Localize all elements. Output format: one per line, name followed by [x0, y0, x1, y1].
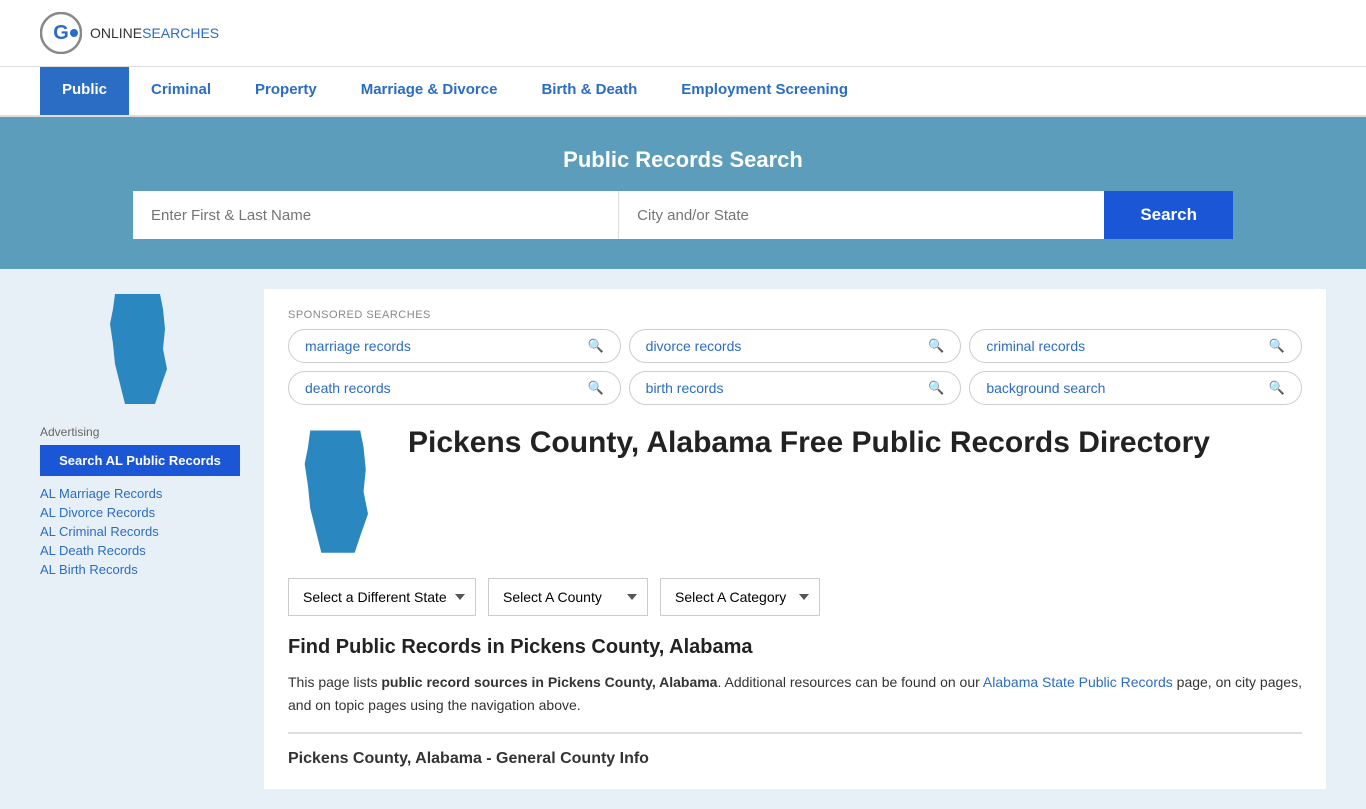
search-icon-criminal: 🔍 — [1269, 338, 1285, 354]
search-al-button[interactable]: Search AL Public Records — [40, 445, 240, 476]
sponsored-pill-divorce-label: divorce records — [646, 338, 742, 354]
sidebar-link-criminal[interactable]: AL Criminal Records — [40, 524, 240, 539]
svg-text:G: G — [53, 22, 69, 44]
sponsored-pill-marriage-label: marriage records — [305, 338, 411, 354]
nav-item-birth-death[interactable]: Birth & Death — [519, 67, 659, 115]
sidebar-link-divorce[interactable]: AL Divorce Records — [40, 505, 240, 520]
find-desc-text2: . Additional resources can be found on o… — [717, 674, 982, 690]
advertising-label: Advertising — [40, 425, 240, 439]
sidebar-link-birth[interactable]: AL Birth Records — [40, 562, 240, 577]
search-button[interactable]: Search — [1104, 191, 1233, 239]
header: G ONLINESEARCHES — [0, 0, 1366, 67]
nav-item-public[interactable]: Public — [40, 67, 129, 115]
find-desc-link[interactable]: Alabama State Public Records — [983, 674, 1173, 690]
search-icon-birth: 🔍 — [928, 380, 944, 396]
sidebar-link-death[interactable]: AL Death Records — [40, 543, 240, 558]
logo-icon: G — [40, 12, 82, 54]
sponsored-pill-death-label: death records — [305, 380, 391, 396]
logo-text: ONLINESEARCHES — [90, 25, 219, 41]
search-form: Search — [133, 191, 1233, 239]
search-icon-death: 🔍 — [587, 380, 603, 396]
nav-item-criminal[interactable]: Criminal — [129, 67, 233, 115]
section-divider — [288, 732, 1302, 734]
state-dropdown[interactable]: Select a Different State — [288, 578, 476, 616]
nav-item-property[interactable]: Property — [233, 67, 339, 115]
sponsored-pill-divorce[interactable]: divorce records 🔍 — [629, 329, 962, 363]
page-title: Pickens County, Alabama Free Public Reco… — [408, 425, 1210, 461]
page-alabama-map — [288, 425, 388, 558]
logo: G ONLINESEARCHES — [40, 12, 219, 54]
sidebar-link-marriage[interactable]: AL Marriage Records — [40, 486, 240, 501]
main-nav: Public Criminal Property Marriage & Divo… — [0, 67, 1366, 117]
search-icon-marriage: 🔍 — [587, 338, 603, 354]
alabama-map-svg — [95, 289, 185, 409]
content-area: SPONSORED SEARCHES marriage records 🔍 di… — [264, 289, 1326, 789]
search-banner: Public Records Search Search — [0, 117, 1366, 269]
sidebar-links: AL Marriage Records AL Divorce Records A… — [40, 486, 240, 577]
find-desc-text1: This page lists — [288, 674, 381, 690]
sponsored-pill-death[interactable]: death records 🔍 — [288, 371, 621, 405]
county-dropdown[interactable]: Select A County — [488, 578, 648, 616]
sidebar: Advertising Search AL Public Records AL … — [40, 289, 240, 789]
find-records-title: Find Public Records in Pickens County, A… — [288, 636, 1302, 659]
sponsored-grid: marriage records 🔍 divorce records 🔍 cri… — [288, 329, 1302, 405]
find-desc-bold: public record sources in Pickens County,… — [381, 674, 717, 690]
location-input[interactable] — [619, 191, 1104, 239]
sponsored-pill-criminal-label: criminal records — [986, 338, 1085, 354]
name-input[interactable] — [133, 191, 619, 239]
sponsored-label: SPONSORED SEARCHES — [288, 309, 1302, 321]
nav-item-employment[interactable]: Employment Screening — [659, 67, 870, 115]
sponsored-pill-background-label: background search — [986, 380, 1105, 396]
search-icon-background: 🔍 — [1269, 380, 1285, 396]
search-banner-title: Public Records Search — [40, 147, 1326, 173]
find-records-desc: This page lists public record sources in… — [288, 671, 1302, 716]
page-title-area: Pickens County, Alabama Free Public Reco… — [288, 425, 1302, 558]
dropdowns-row: Select a Different State Select A County… — [288, 578, 1302, 616]
sponsored-pill-birth-label: birth records — [646, 380, 724, 396]
sponsored-pill-marriage[interactable]: marriage records 🔍 — [288, 329, 621, 363]
sponsored-pill-criminal[interactable]: criminal records 🔍 — [969, 329, 1302, 363]
category-dropdown[interactable]: Select A Category — [660, 578, 820, 616]
nav-item-marriage-divorce[interactable]: Marriage & Divorce — [339, 67, 520, 115]
search-icon-divorce: 🔍 — [928, 338, 944, 354]
sponsored-pill-birth[interactable]: birth records 🔍 — [629, 371, 962, 405]
general-info-title: Pickens County, Alabama - General County… — [288, 750, 1302, 768]
main-content: Advertising Search AL Public Records AL … — [0, 269, 1366, 809]
state-map — [40, 289, 240, 409]
sponsored-pill-background[interactable]: background search 🔍 — [969, 371, 1302, 405]
